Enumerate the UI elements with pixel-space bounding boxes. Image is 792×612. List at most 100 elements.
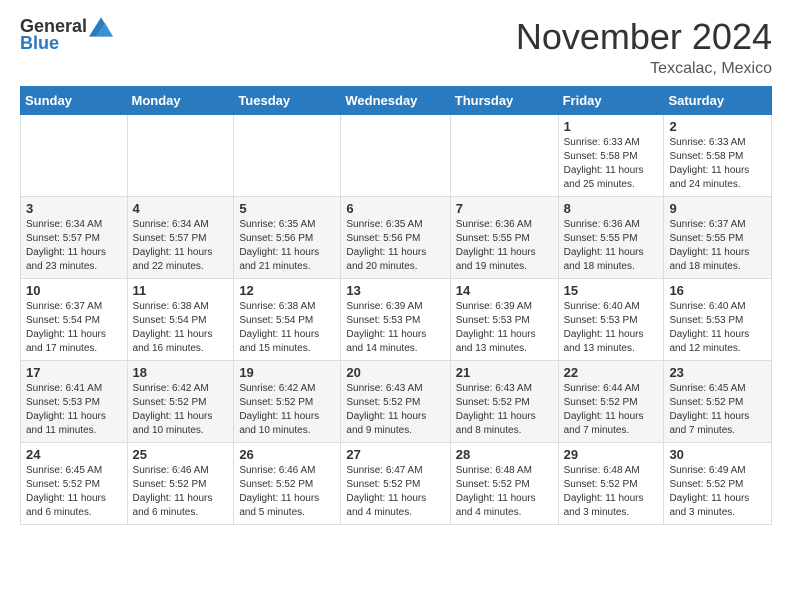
calendar-table: SundayMondayTuesdayWednesdayThursdayFrid… <box>20 86 772 525</box>
day-info: Sunrise: 6:34 AM Sunset: 5:57 PM Dayligh… <box>26 218 122 274</box>
day-number: 28 <box>456 447 553 462</box>
day-info: Sunrise: 6:36 AM Sunset: 5:55 PM Dayligh… <box>456 218 553 274</box>
day-info: Sunrise: 6:38 AM Sunset: 5:54 PM Dayligh… <box>133 300 229 356</box>
header-day-saturday: Saturday <box>664 87 772 115</box>
day-info: Sunrise: 6:43 AM Sunset: 5:52 PM Dayligh… <box>456 382 553 438</box>
day-info: Sunrise: 6:41 AM Sunset: 5:53 PM Dayligh… <box>26 382 122 438</box>
day-number: 18 <box>133 365 229 380</box>
day-number: 5 <box>239 201 335 216</box>
day-cell: 30Sunrise: 6:49 AM Sunset: 5:52 PM Dayli… <box>664 443 772 525</box>
day-cell: 17 Sunrise: 6:41 AM Sunset: 5:53 PM Dayli… <box>21 361 128 443</box>
day-number: 10 <box>26 283 122 298</box>
day-cell <box>341 115 450 197</box>
day-cell <box>450 115 558 197</box>
logo-blue-text: Blue <box>20 33 59 54</box>
day-number: 8 <box>564 201 659 216</box>
logo: General Blue <box>20 16 113 54</box>
day-cell <box>21 115 128 197</box>
day-cell: 5 Sunrise: 6:35 AM Sunset: 5:56 PM Daylig… <box>234 197 341 279</box>
day-cell: 6 Sunrise: 6:35 AM Sunset: 5:56 PM Daylig… <box>341 197 450 279</box>
day-info: Sunrise: 6:34 AM Sunset: 5:57 PM Dayligh… <box>133 218 229 274</box>
day-number: 1 <box>564 119 659 134</box>
day-number: 20 <box>346 365 444 380</box>
calendar-wrapper: SundayMondayTuesdayWednesdayThursdayFrid… <box>0 86 792 535</box>
day-info: Sunrise: 6:39 AM Sunset: 5:53 PM Dayligh… <box>346 300 444 356</box>
day-number: 26 <box>239 447 335 462</box>
day-cell: 11 Sunrise: 6:38 AM Sunset: 5:54 PM Dayli… <box>127 279 234 361</box>
day-cell: 9 Sunrise: 6:37 AM Sunset: 5:55 PM Daylig… <box>664 197 772 279</box>
day-cell: 18 Sunrise: 6:42 AM Sunset: 5:52 PM Dayli… <box>127 361 234 443</box>
day-cell: 3 Sunrise: 6:34 AM Sunset: 5:57 PM Daylig… <box>21 197 128 279</box>
day-number: 29 <box>564 447 659 462</box>
day-number: 19 <box>239 365 335 380</box>
day-number: 27 <box>346 447 444 462</box>
day-number: 3 <box>26 201 122 216</box>
day-info: Sunrise: 6:42 AM Sunset: 5:52 PM Dayligh… <box>133 382 229 438</box>
day-info: Sunrise: 6:40 AM Sunset: 5:53 PM Dayligh… <box>564 300 659 356</box>
day-info: Sunrise: 6:35 AM Sunset: 5:56 PM Dayligh… <box>346 218 444 274</box>
day-number: 14 <box>456 283 553 298</box>
header-day-friday: Friday <box>558 87 664 115</box>
day-number: 17 <box>26 365 122 380</box>
day-info: Sunrise: 6:38 AM Sunset: 5:54 PM Dayligh… <box>239 300 335 356</box>
week-row-5: 24 Sunrise: 6:45 AM Sunset: 5:52 PM Dayli… <box>21 443 772 525</box>
day-info: Sunrise: 6:33 AM Sunset: 5:58 PM Dayligh… <box>669 136 766 192</box>
header-day-monday: Monday <box>127 87 234 115</box>
day-info: Sunrise: 6:33 AM Sunset: 5:58 PM Dayligh… <box>564 136 659 192</box>
logo-icon <box>89 17 113 37</box>
day-info: Sunrise: 6:49 AM Sunset: 5:52 PM Dayligh… <box>669 464 766 520</box>
day-number: 25 <box>133 447 229 462</box>
day-info: Sunrise: 6:45 AM Sunset: 5:52 PM Dayligh… <box>26 464 122 520</box>
day-info: Sunrise: 6:47 AM Sunset: 5:52 PM Dayligh… <box>346 464 444 520</box>
day-info: Sunrise: 6:37 AM Sunset: 5:55 PM Dayligh… <box>669 218 766 274</box>
location: Texcalac, Mexico <box>516 60 772 78</box>
day-info: Sunrise: 6:46 AM Sunset: 5:52 PM Dayligh… <box>133 464 229 520</box>
day-cell: 24 Sunrise: 6:45 AM Sunset: 5:52 PM Dayli… <box>21 443 128 525</box>
day-cell: 16 Sunrise: 6:40 AM Sunset: 5:53 PM Dayli… <box>664 279 772 361</box>
header-row: SundayMondayTuesdayWednesdayThursdayFrid… <box>21 87 772 115</box>
day-number: 7 <box>456 201 553 216</box>
calendar-header: SundayMondayTuesdayWednesdayThursdayFrid… <box>21 87 772 115</box>
week-row-2: 3 Sunrise: 6:34 AM Sunset: 5:57 PM Daylig… <box>21 197 772 279</box>
day-info: Sunrise: 6:48 AM Sunset: 5:52 PM Dayligh… <box>564 464 659 520</box>
day-cell: 12 Sunrise: 6:38 AM Sunset: 5:54 PM Dayli… <box>234 279 341 361</box>
day-cell: 4 Sunrise: 6:34 AM Sunset: 5:57 PM Daylig… <box>127 197 234 279</box>
day-cell: 28 Sunrise: 6:48 AM Sunset: 5:52 PM Dayli… <box>450 443 558 525</box>
header-day-sunday: Sunday <box>21 87 128 115</box>
page-header: General Blue November 2024 Texcalac, Mex… <box>0 0 792 86</box>
day-cell: 27 Sunrise: 6:47 AM Sunset: 5:52 PM Dayli… <box>341 443 450 525</box>
day-cell: 25 Sunrise: 6:46 AM Sunset: 5:52 PM Dayli… <box>127 443 234 525</box>
day-cell: 7 Sunrise: 6:36 AM Sunset: 5:55 PM Daylig… <box>450 197 558 279</box>
month-title: November 2024 <box>516 16 772 58</box>
title-area: November 2024 Texcalac, Mexico <box>516 16 772 78</box>
day-info: Sunrise: 6:43 AM Sunset: 5:52 PM Dayligh… <box>346 382 444 438</box>
week-row-3: 10 Sunrise: 6:37 AM Sunset: 5:54 PM Dayli… <box>21 279 772 361</box>
header-day-wednesday: Wednesday <box>341 87 450 115</box>
day-cell: 1 Sunrise: 6:33 AM Sunset: 5:58 PM Daylig… <box>558 115 664 197</box>
day-info: Sunrise: 6:44 AM Sunset: 5:52 PM Dayligh… <box>564 382 659 438</box>
header-day-tuesday: Tuesday <box>234 87 341 115</box>
day-info: Sunrise: 6:37 AM Sunset: 5:54 PM Dayligh… <box>26 300 122 356</box>
day-number: 4 <box>133 201 229 216</box>
day-info: Sunrise: 6:42 AM Sunset: 5:52 PM Dayligh… <box>239 382 335 438</box>
day-info: Sunrise: 6:48 AM Sunset: 5:52 PM Dayligh… <box>456 464 553 520</box>
day-cell: 14Sunrise: 6:39 AM Sunset: 5:53 PM Dayli… <box>450 279 558 361</box>
day-cell: 29 Sunrise: 6:48 AM Sunset: 5:52 PM Dayli… <box>558 443 664 525</box>
day-number: 13 <box>346 283 444 298</box>
day-info: Sunrise: 6:36 AM Sunset: 5:55 PM Dayligh… <box>564 218 659 274</box>
day-info: Sunrise: 6:35 AM Sunset: 5:56 PM Dayligh… <box>239 218 335 274</box>
day-number: 11 <box>133 283 229 298</box>
day-number: 15 <box>564 283 659 298</box>
day-number: 6 <box>346 201 444 216</box>
day-number: 24 <box>26 447 122 462</box>
week-row-1: 1 Sunrise: 6:33 AM Sunset: 5:58 PM Daylig… <box>21 115 772 197</box>
day-number: 9 <box>669 201 766 216</box>
day-cell: 22 Sunrise: 6:44 AM Sunset: 5:52 PM Dayli… <box>558 361 664 443</box>
day-info: Sunrise: 6:46 AM Sunset: 5:52 PM Dayligh… <box>239 464 335 520</box>
day-number: 12 <box>239 283 335 298</box>
day-cell: 21 Sunrise: 6:43 AM Sunset: 5:52 PM Dayli… <box>450 361 558 443</box>
day-number: 16 <box>669 283 766 298</box>
day-number: 22 <box>564 365 659 380</box>
day-number: 21 <box>456 365 553 380</box>
day-info: Sunrise: 6:40 AM Sunset: 5:53 PM Dayligh… <box>669 300 766 356</box>
